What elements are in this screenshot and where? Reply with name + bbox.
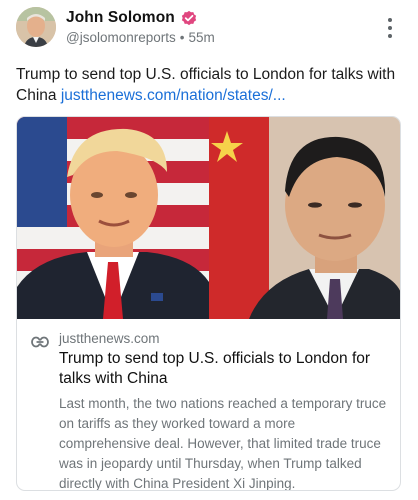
card-image	[17, 117, 400, 319]
post-link[interactable]: justthenews.com/nation/states/...	[61, 87, 286, 104]
card-domain: justthenews.com	[59, 331, 160, 346]
ellipsis-dot	[388, 26, 392, 30]
post: John Solomon @jsolomonreports • 55m Trum…	[0, 0, 418, 500]
verified-badge-icon	[180, 9, 198, 27]
author-display-name[interactable]: John Solomon	[66, 9, 175, 27]
avatar-photo	[16, 7, 56, 47]
card-description: Last month, the two nations reached a te…	[59, 396, 387, 491]
author-handle[interactable]: @jsolomonreports	[66, 30, 176, 45]
author-meta: @jsolomonreports • 55m	[66, 30, 215, 45]
vertical-ellipsis-icon	[388, 18, 392, 22]
meta-separator: •	[179, 30, 185, 45]
author-name-row: John Solomon	[66, 9, 198, 27]
portrait-photo-left	[17, 117, 209, 319]
link-chain-icon	[31, 335, 49, 348]
portrait-photo-right	[209, 117, 400, 319]
post-time[interactable]: 55m	[188, 30, 214, 45]
ellipsis-dot	[388, 34, 392, 38]
post-body: Trump to send top U.S. officials to Lond…	[16, 64, 396, 106]
avatar[interactable]	[16, 7, 56, 47]
more-options-button[interactable]	[382, 16, 398, 40]
card-title[interactable]: Trump to send top U.S. officials to Lond…	[59, 349, 388, 389]
card-body: justthenews.com Trump to send top U.S. o…	[17, 319, 400, 491]
link-preview-card[interactable]: justthenews.com Trump to send top U.S. o…	[16, 116, 401, 491]
card-text: justthenews.com Trump to send top U.S. o…	[59, 331, 388, 491]
